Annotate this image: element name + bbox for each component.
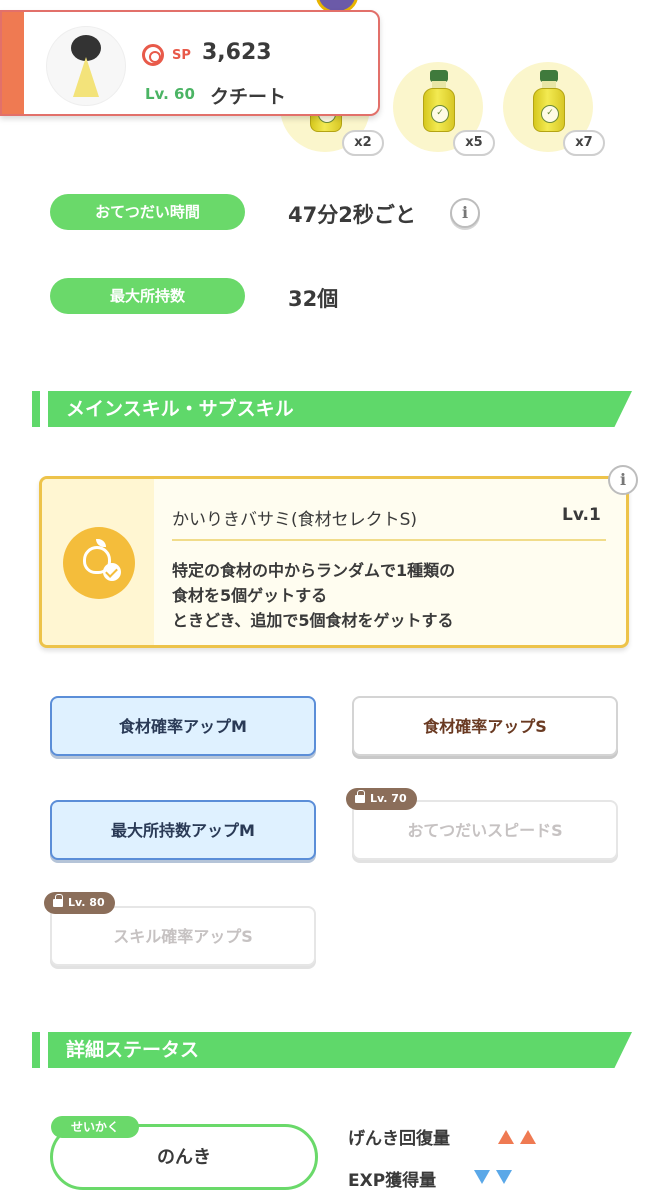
pokemon-avatar [46, 26, 126, 106]
skill-desc-line: 食材を5個ゲットする [172, 586, 328, 605]
ingredient-select-icon [63, 527, 135, 599]
max-carry-label: 最大所持数 [50, 278, 245, 314]
info-icon[interactable]: i [608, 465, 638, 495]
help-time-label: おてつだい時間 [50, 194, 245, 230]
pokemon-name: クチート [210, 86, 287, 108]
oil-bottle-icon: ✓ [423, 70, 455, 132]
lock-level-badge: Lv. 80 [44, 892, 115, 914]
ingredient-2[interactable]: ✓ x5 [393, 62, 495, 156]
help-time-value: 47分2秒ごと [288, 203, 416, 227]
sp-label: SP [172, 48, 191, 63]
sp-icon [142, 44, 164, 66]
sub-skill-button-locked[interactable]: スキル確率アップS [50, 906, 316, 966]
skill-desc-line: 特定の食材の中からランダムで1種類の [172, 561, 456, 580]
nature-tag: せいかく [51, 1116, 139, 1138]
skill-icon-panel [42, 479, 154, 645]
lock-level-badge: Lv. 70 [346, 788, 417, 810]
pokemon-level: Lv. 60 [145, 85, 195, 103]
sp-value: 3,623 [202, 40, 272, 65]
sub-skill-button[interactable]: 食材確率アップS [352, 696, 618, 756]
main-skill-card[interactable]: かいりきバサミ(食材セレクトS) Lv.1 特定の食材の中からランダムで1種類の… [39, 476, 629, 648]
lock-icon [53, 894, 63, 907]
ingredient-qty: x5 [453, 130, 495, 156]
section-marker [32, 391, 40, 427]
section-marker [32, 1032, 40, 1068]
stat-up-icon [520, 1130, 536, 1144]
nature-effect-label: げんき回復量 [348, 1129, 450, 1149]
max-carry-value: 32個 [288, 287, 339, 311]
sub-skill-button[interactable]: 食材確率アップM [50, 696, 316, 756]
divider [172, 539, 606, 541]
sub-skill-button[interactable]: 最大所持数アップM [50, 800, 316, 860]
pokemon-profile-card[interactable]: SP 3,623 Lv. 60 クチート [0, 10, 380, 116]
section-title-skills: メインスキル・サブスキル [48, 391, 632, 427]
card-accent-strip [2, 12, 24, 114]
nature-effect-label: EXP獲得量 [348, 1171, 437, 1191]
ingredient-3[interactable]: ✓ x7 [503, 62, 605, 156]
skill-desc-line: ときどき、追加で5個食材をゲットする [172, 611, 454, 630]
main-skill-name: かいりきバサミ(食材セレクトS) [172, 510, 418, 530]
stat-up-icon [498, 1130, 514, 1144]
lock-icon [355, 790, 365, 803]
ingredient-qty: x7 [563, 130, 605, 156]
oil-bottle-icon: ✓ [533, 70, 565, 132]
info-icon[interactable]: i [450, 198, 480, 228]
stat-down-icon [474, 1170, 490, 1184]
stat-down-icon [496, 1170, 512, 1184]
ingredient-qty: x2 [342, 130, 384, 156]
main-skill-level: Lv.1 [562, 505, 601, 525]
section-title-details: 詳細ステータス [48, 1032, 632, 1068]
